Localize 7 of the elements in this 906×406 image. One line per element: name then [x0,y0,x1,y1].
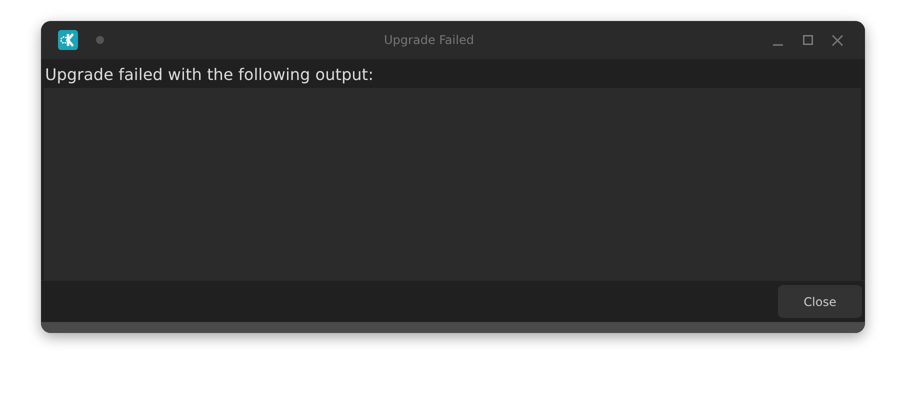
window-title: Upgrade Failed [383,33,475,47]
pin-dot-icon[interactable] [96,36,104,44]
maximize-icon[interactable] [803,35,813,45]
close-button[interactable]: Close [778,285,862,318]
app-logo-icon [58,30,78,50]
message-text: Upgrade failed with the following output: [44,64,374,86]
close-icon[interactable] [832,34,843,46]
